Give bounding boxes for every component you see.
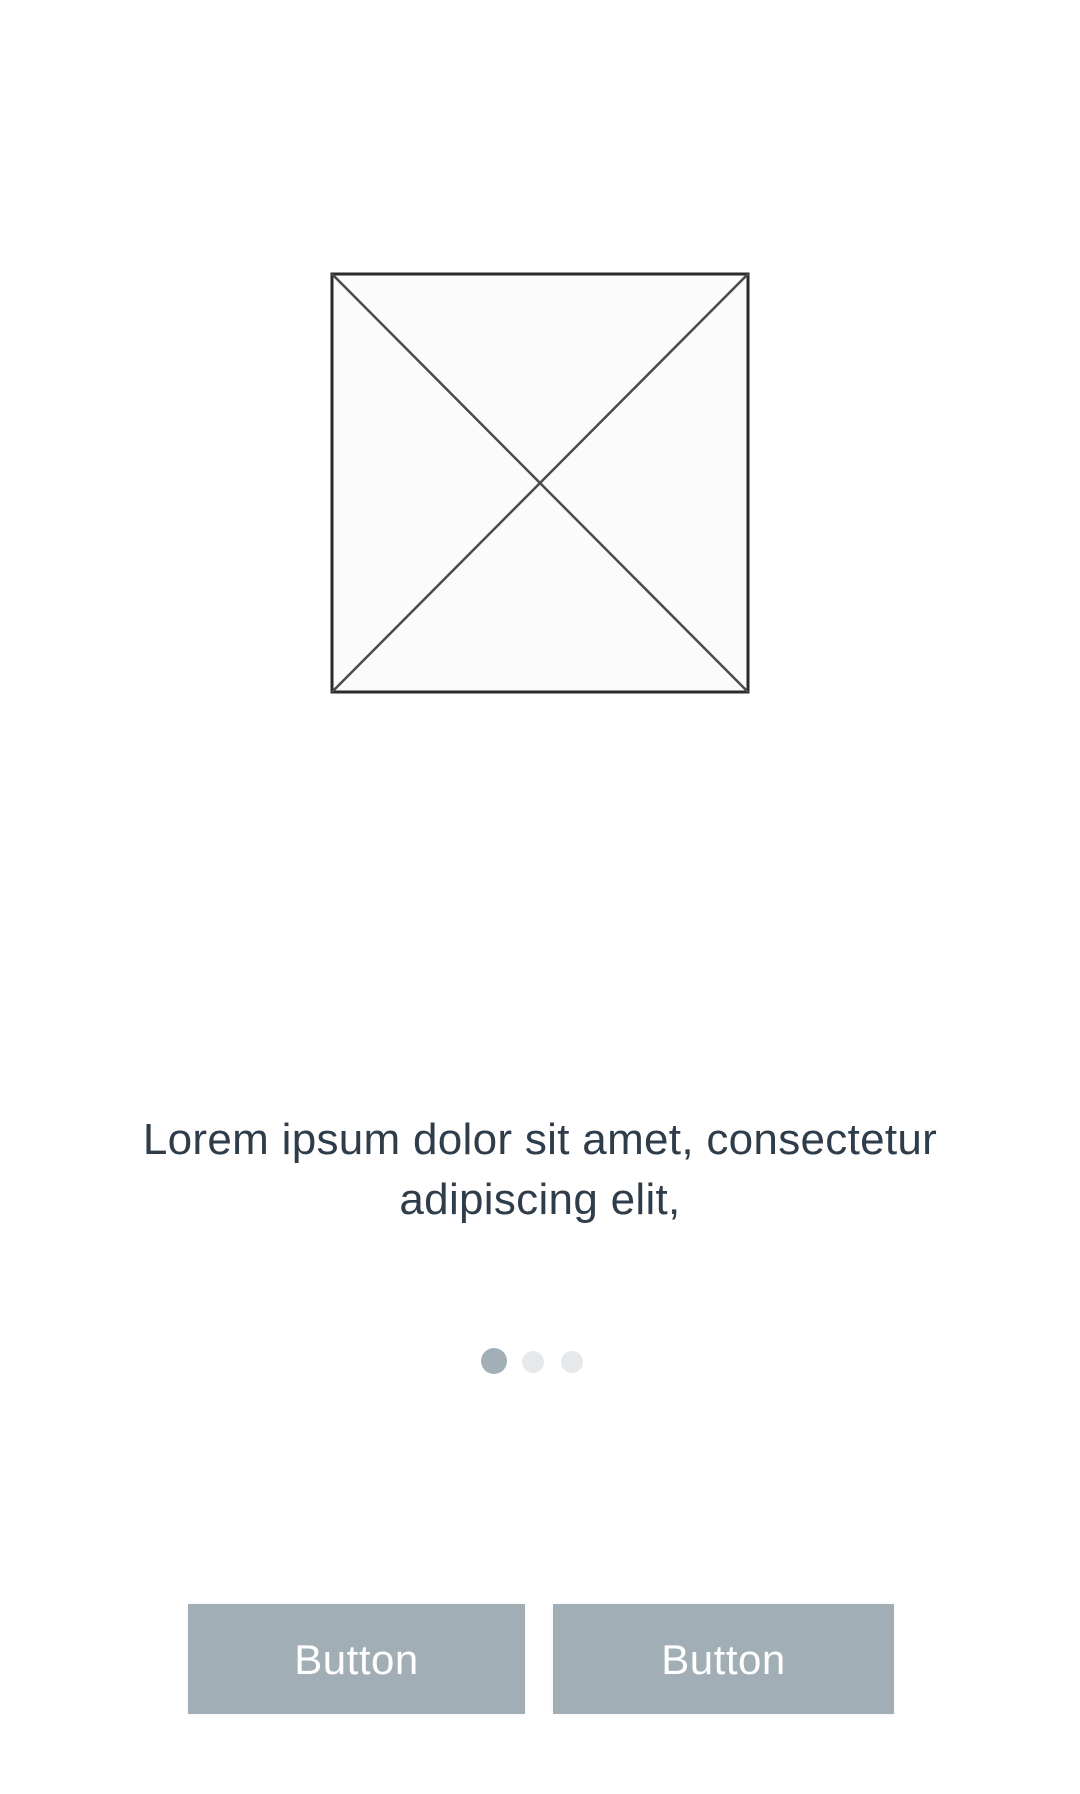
onboarding-screen: Lorem ipsum dolor sit amet, consectetur … <box>0 0 1080 1794</box>
page-indicator <box>0 1348 1080 1376</box>
page-dot-2[interactable] <box>522 1351 544 1373</box>
left-button[interactable]: Button <box>188 1604 525 1714</box>
page-dot-3[interactable] <box>561 1351 583 1373</box>
onboarding-caption: Lorem ipsum dolor sit amet, consectetur … <box>142 1115 938 1224</box>
image-placeholder-icon <box>330 272 750 694</box>
page-dot-1[interactable] <box>481 1348 507 1374</box>
right-button[interactable]: Button <box>553 1604 894 1714</box>
